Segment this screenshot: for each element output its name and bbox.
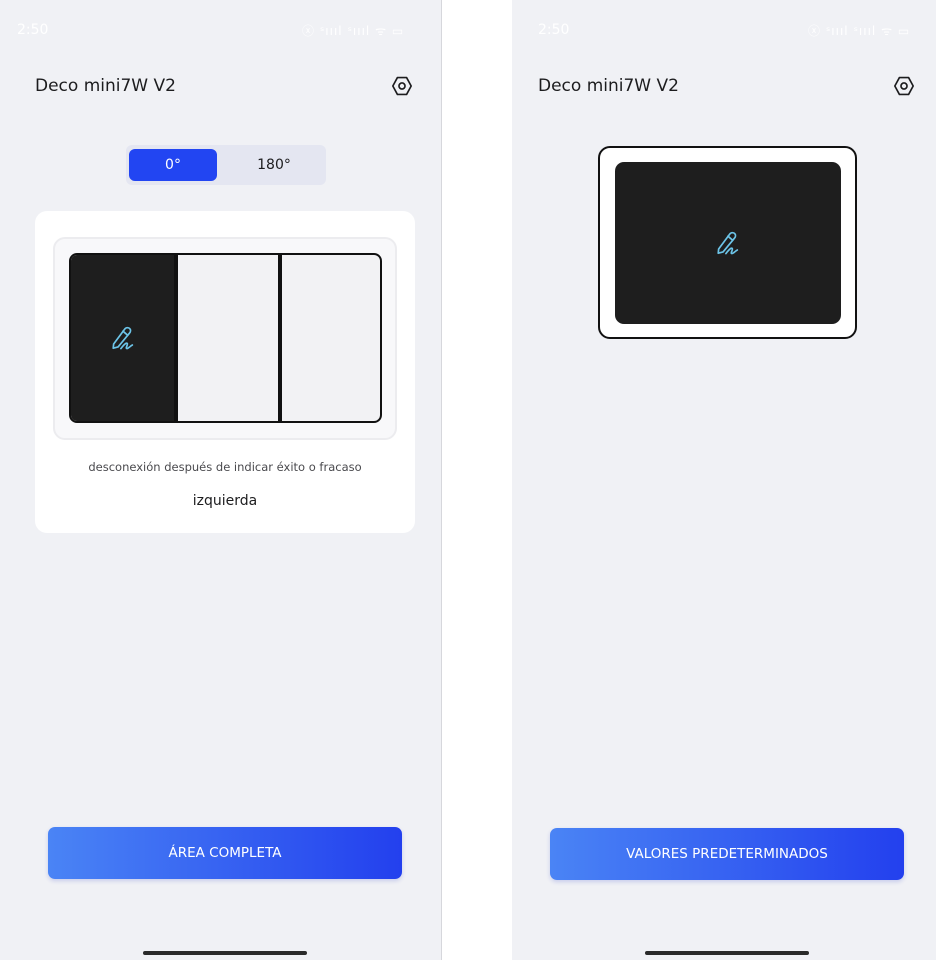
status-icons: ⓧ ˢıııl ˢıııl ᯤ ▭ <box>808 24 911 38</box>
full-area-button[interactable]: ÁREA COMPLETA <box>48 827 402 879</box>
zone-pane-row <box>69 253 382 423</box>
panel-divider <box>441 0 442 960</box>
rotation-toggle: 0° 180° <box>126 145 326 185</box>
zone-card: desconexión después de indicar éxito o f… <box>35 211 415 533</box>
status-bar: 2:50 ⓧ ˢıııl ˢıııl ᯤ ▭ <box>512 22 936 42</box>
device-preview-frame <box>598 146 857 339</box>
status-time: 2:50 <box>538 22 570 38</box>
pen-signature-icon <box>717 231 739 255</box>
pen-signature-icon <box>111 326 133 350</box>
hexagon-gear-icon <box>894 76 914 96</box>
device-screen-full[interactable] <box>615 162 841 324</box>
home-indicator <box>645 951 809 955</box>
device-preview-frame <box>53 237 397 440</box>
zone-pane-center[interactable] <box>174 255 278 421</box>
settings-button[interactable] <box>891 73 917 99</box>
default-values-button[interactable]: VALORES PREDETERMINADOS <box>550 828 904 880</box>
status-icons: ⓧ ˢıııl ˢıııl ᯤ ▭ <box>302 24 405 38</box>
phone-screen-left: 2:50 ⓧ ˢıııl ˢıııl ᯤ ▭ Deco mini7W V2 0°… <box>0 0 442 960</box>
page-title: Deco mini7W V2 <box>538 76 679 96</box>
zone-pane-left[interactable] <box>71 255 174 421</box>
rotation-0-button[interactable]: 0° <box>129 149 217 181</box>
status-time: 2:50 <box>17 22 49 38</box>
home-indicator <box>143 951 307 955</box>
caption-text: desconexión después de indicar éxito o f… <box>88 460 362 474</box>
status-bar: 2:50 ⓧ ˢıııl ˢıııl ᯤ ▭ <box>0 22 442 42</box>
hexagon-gear-icon <box>392 76 412 96</box>
settings-button[interactable] <box>389 73 415 99</box>
page-title: Deco mini7W V2 <box>35 76 176 96</box>
phone-screen-right: 2:50 ⓧ ˢıııl ˢıııl ᯤ ▭ Deco mini7W V2 VA… <box>512 0 936 960</box>
rotation-180-button[interactable]: 180° <box>230 149 318 181</box>
zone-pane-right[interactable] <box>278 255 380 421</box>
selected-zone-label: izquierda <box>192 493 258 509</box>
